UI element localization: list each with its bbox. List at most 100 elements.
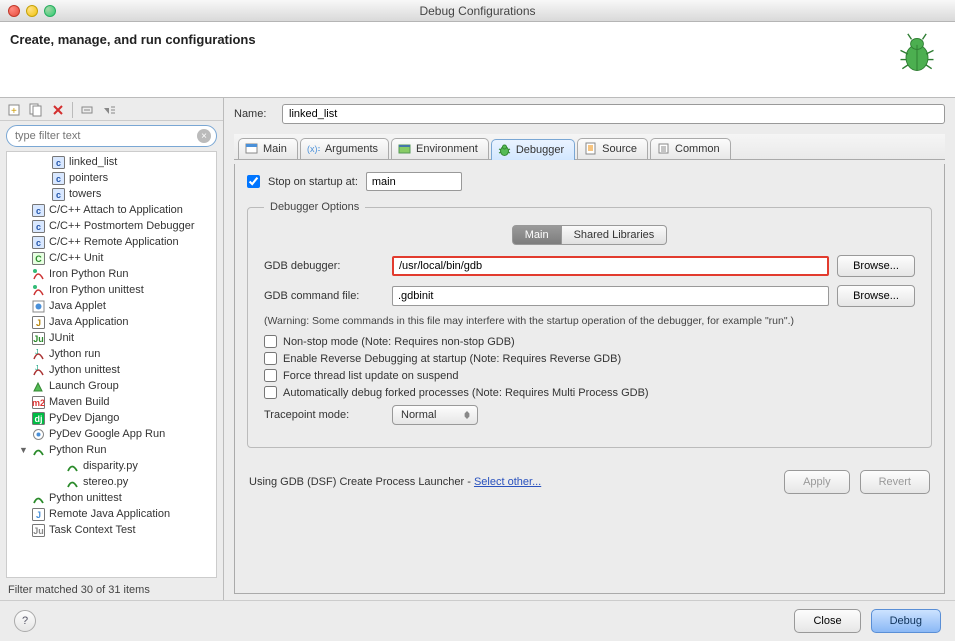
tab-label: Main xyxy=(263,143,287,155)
debug-button[interactable]: Debug xyxy=(871,609,941,633)
config-name-input[interactable] xyxy=(282,104,945,124)
tree-item[interactable]: Iron Python Run xyxy=(7,266,216,282)
tree-item[interactable]: J Jython unittest xyxy=(7,362,216,378)
tree-item[interactable]: JuJUnit xyxy=(7,330,216,346)
new-config-icon[interactable]: + xyxy=(6,102,22,118)
tree-item-label: Jython unittest xyxy=(49,364,120,376)
tab-label: Environment xyxy=(416,143,478,155)
tree-item[interactable]: Launch Group xyxy=(7,378,216,394)
tree-item[interactable]: clinked_list xyxy=(7,154,216,170)
tree-item[interactable]: ctowers xyxy=(7,186,216,202)
stop-on-startup-checkbox[interactable] xyxy=(247,175,260,188)
svg-text:m2: m2 xyxy=(32,398,45,408)
gdb-debugger-browse-button[interactable]: Browse... xyxy=(837,255,915,277)
tab-label: Arguments xyxy=(325,143,378,155)
gdb-debugger-row: GDB debugger: Browse... xyxy=(264,255,915,277)
force-thread-list-checkbox[interactable] xyxy=(264,369,277,382)
svg-text:c: c xyxy=(35,222,40,232)
gdb-warning-text: (Warning: Some commands in this file may… xyxy=(264,315,915,327)
clear-filter-icon[interactable]: × xyxy=(197,129,211,143)
filter-menu-icon[interactable] xyxy=(101,102,117,118)
select-other-launcher-link[interactable]: Select other... xyxy=(474,476,541,488)
svg-text:c: c xyxy=(55,174,60,184)
tree-item[interactable]: ▼Python Run xyxy=(7,442,216,458)
tree-item[interactable]: Java Applet xyxy=(7,298,216,314)
tracepoint-value: Normal xyxy=(401,409,436,421)
svg-text:c: c xyxy=(55,190,60,200)
tree-item-label: C/C++ Unit xyxy=(49,252,103,264)
tree-item[interactable]: JJava Application xyxy=(7,314,216,330)
config-tree[interactable]: clinked_listcpointersctowerscC/C++ Attac… xyxy=(6,151,217,578)
py-icon xyxy=(65,475,79,489)
tab-environment[interactable]: Environment xyxy=(391,138,489,159)
debugger-options-fieldset: Debugger Options Main Shared Libraries G… xyxy=(247,201,932,448)
subtab-shared-libraries[interactable]: Shared Libraries xyxy=(562,225,668,245)
environment-tab-icon xyxy=(398,142,412,156)
subtab-main[interactable]: Main xyxy=(512,225,562,245)
tree-item-label: Python unittest xyxy=(49,492,122,504)
filter-input[interactable] xyxy=(6,125,217,147)
tree-item-label: towers xyxy=(69,188,101,200)
svg-text:+: + xyxy=(11,106,17,117)
c-cfg-icon: c xyxy=(31,235,45,249)
options-subtabs: Main Shared Libraries xyxy=(264,225,915,245)
tree-item[interactable]: Python unittest xyxy=(7,490,216,506)
tab-main[interactable]: Main xyxy=(238,138,298,159)
tree-item[interactable]: PyDev Google App Run xyxy=(7,426,216,442)
tree-item[interactable]: cC/C++ Remote Application xyxy=(7,234,216,250)
delete-config-icon[interactable] xyxy=(50,102,66,118)
tree-item[interactable]: cpointers xyxy=(7,170,216,186)
duplicate-config-icon[interactable] xyxy=(28,102,44,118)
gdb-command-file-input[interactable] xyxy=(392,286,829,306)
debugger-tab-icon xyxy=(498,143,512,157)
ipy-icon xyxy=(31,267,45,281)
collapse-all-icon[interactable] xyxy=(79,102,95,118)
tree-item[interactable]: disparity.py xyxy=(7,458,216,474)
tree-item[interactable]: djPyDev Django xyxy=(7,410,216,426)
disclosure-triangle-icon[interactable]: ▼ xyxy=(19,445,27,455)
c-exe-icon: c xyxy=(51,171,65,185)
svg-text:J: J xyxy=(35,510,40,520)
tree-item[interactable]: Iron Python unittest xyxy=(7,282,216,298)
stop-on-startup-row: Stop on startup at: xyxy=(247,172,932,191)
tree-item[interactable]: stereo.py xyxy=(7,474,216,490)
non-stop-mode-checkbox[interactable] xyxy=(264,335,277,348)
tab-common[interactable]: Common xyxy=(650,138,731,159)
tab-debugger[interactable]: Debugger xyxy=(491,139,575,160)
tree-item-label: C/C++ Postmortem Debugger xyxy=(49,220,195,232)
force-thread-list-label: Force thread list update on suspend xyxy=(283,370,459,382)
revert-button[interactable]: Revert xyxy=(860,470,930,494)
sidebar: + × clinked_listcpointersctowerscC/C++ A… xyxy=(0,98,224,600)
tree-item[interactable]: JuTask Context Test xyxy=(7,522,216,538)
apply-button[interactable]: Apply xyxy=(784,470,850,494)
tree-item[interactable]: JRemote Java Application xyxy=(7,506,216,522)
tree-item[interactable]: JJython run xyxy=(7,346,216,362)
tab-label: Common xyxy=(675,143,720,155)
gdb-command-file-row: GDB command file: Browse... xyxy=(264,285,915,307)
tree-item[interactable]: cC/C++ Attach to Application xyxy=(7,202,216,218)
jy-icon: J xyxy=(31,347,45,361)
auto-debug-forked-checkbox[interactable] xyxy=(264,386,277,399)
debugger-tab-panel: Stop on startup at: Debugger Options Mai… xyxy=(234,164,945,594)
gdb-command-file-label: GDB command file: xyxy=(264,290,384,302)
dialog-header: Create, manage, and run configurations xyxy=(0,22,955,98)
tree-item[interactable]: m2Maven Build xyxy=(7,394,216,410)
close-button[interactable]: Close xyxy=(794,609,860,633)
titlebar: Debug Configurations xyxy=(0,0,955,22)
tab-arguments[interactable]: (x)=Arguments xyxy=(300,138,389,159)
gdb-debugger-input[interactable] xyxy=(392,256,829,276)
tree-item[interactable]: CC/C++ Unit xyxy=(7,250,216,266)
tree-item[interactable]: c C/C++ Postmortem Debugger xyxy=(7,218,216,234)
tab-source[interactable]: Source xyxy=(577,138,648,159)
gdb-command-file-browse-button[interactable]: Browse... xyxy=(837,285,915,307)
help-button[interactable]: ? xyxy=(14,610,36,632)
tracepoint-select[interactable]: Normal xyxy=(392,405,478,425)
non-stop-mode-option: Non-stop mode (Note: Requires non-stop G… xyxy=(264,335,915,348)
reverse-debug-checkbox[interactable] xyxy=(264,352,277,365)
jy-icon: J xyxy=(31,363,45,377)
launch-icon xyxy=(31,379,45,393)
tree-item-label: Iron Python unittest xyxy=(49,284,144,296)
stop-on-startup-input[interactable] xyxy=(366,172,462,191)
tree-item-label: Java Application xyxy=(49,316,129,328)
debugger-options-legend: Debugger Options xyxy=(264,201,365,213)
